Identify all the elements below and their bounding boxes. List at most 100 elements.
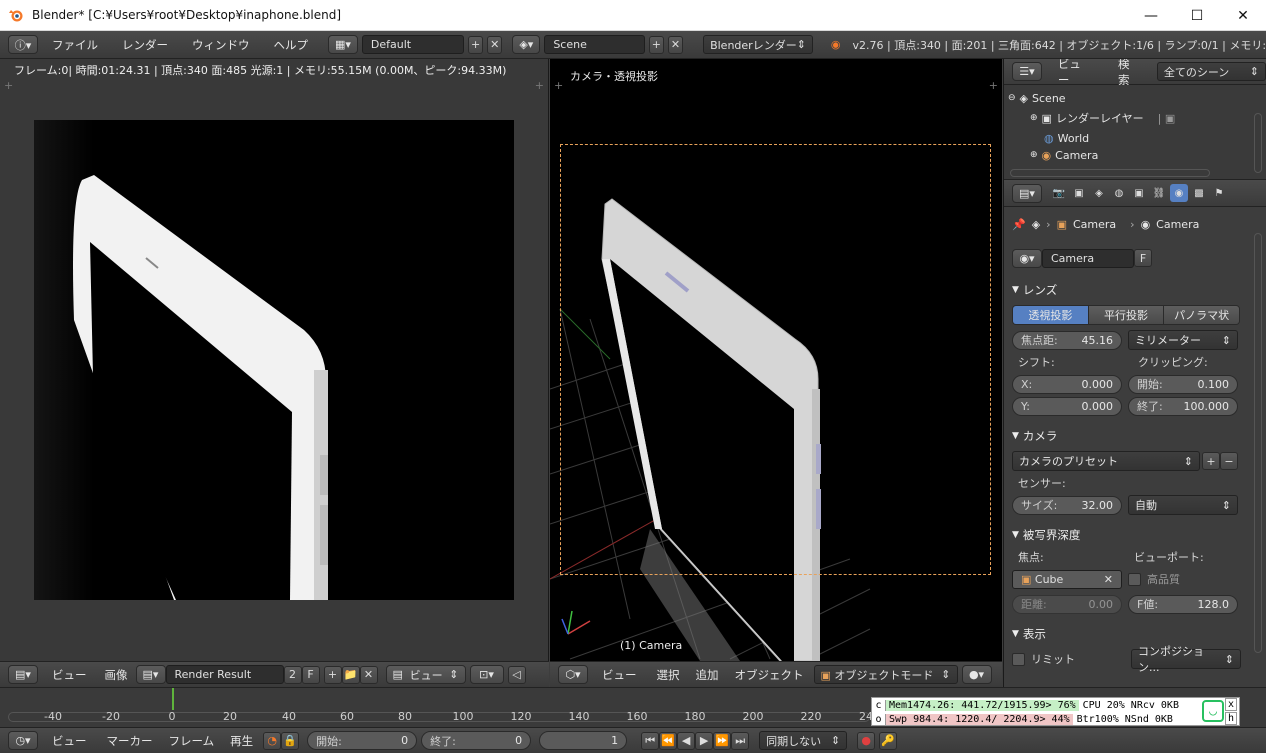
menu-help[interactable]: ヘルプ [264, 37, 319, 53]
outliner-item-world[interactable]: ◍ World [1004, 128, 1266, 148]
start-frame-field[interactable]: 開始: 0 [307, 731, 418, 750]
lens-panoramic-button[interactable]: パノラマ状 [1164, 306, 1239, 324]
expand-icon[interactable]: ⊕ [1030, 150, 1038, 160]
camera-data-tab-icon[interactable]: ◉ [1170, 184, 1188, 202]
camera-panel-header[interactable]: ▼ カメラ [1012, 425, 1258, 447]
menu-window[interactable]: ウィンドウ [182, 37, 260, 53]
pin-icon[interactable]: 📌 [1012, 218, 1026, 231]
editor-type-image-button[interactable]: ▤▾ [8, 665, 38, 684]
focal-length-field[interactable]: 焦点距: 45.16 [1012, 330, 1122, 350]
preview-range-icon[interactable]: ◔ [263, 731, 282, 750]
play-icon[interactable]: ▶ [695, 731, 714, 750]
camera-datablock-name[interactable]: Camera [1042, 248, 1134, 268]
jump-keyframe-back-icon[interactable]: ⏪ [659, 731, 678, 750]
interaction-mode-dropdown[interactable]: ▣ オブジェクトモード ⇕ [813, 665, 958, 684]
3d-viewport[interactable]: カメラ・透視投影 + + (1) Camera [550, 59, 1002, 661]
viewport-add-menu[interactable]: 追加 [690, 667, 725, 683]
outliner-item-camera[interactable]: ⊕ ◉ Camera [1004, 148, 1266, 162]
record-keyframe-icon[interactable]: ● [857, 731, 876, 750]
close-button[interactable]: ✕ [1220, 0, 1266, 31]
outliner-search-menu[interactable]: 検索 [1108, 59, 1151, 88]
high-quality-checkbox[interactable] [1128, 572, 1141, 586]
layout-selector-button[interactable]: ▦▾ [328, 35, 358, 54]
outliner-scrollbar[interactable] [1254, 113, 1262, 173]
scene-name-field[interactable]: Scene [544, 35, 645, 54]
add-preset-button[interactable]: + [1202, 452, 1220, 470]
outliner-item-scene[interactable]: ⊖ ◈ Scene [1004, 88, 1266, 108]
outliner-tree[interactable]: ⊖ ◈ Scene ⊕ ▣ レンダーレイヤー | ▣ ◍ World ⊕ ◉ C… [1004, 85, 1266, 179]
remove-preset-button[interactable]: − [1220, 452, 1238, 470]
composition-guides-dropdown[interactable]: コンポジション... ⇕ [1131, 645, 1241, 674]
viewport-select-menu[interactable]: 選択 [651, 667, 686, 683]
remove-layout-button[interactable]: ✕ [487, 35, 503, 54]
fstop-field[interactable]: F値: 128.0 [1128, 594, 1238, 614]
image-view-menu[interactable]: ビュー [42, 667, 97, 683]
outliner-display-mode-dropdown[interactable]: 全てのシーン ⇕ [1156, 62, 1266, 81]
area-split-handle-tl[interactable]: + [4, 79, 13, 92]
editor-type-outliner-button[interactable]: ☰▾ [1012, 62, 1042, 81]
outliner-h-scrollbar[interactable] [1010, 169, 1210, 177]
maximize-button[interactable]: ☐ [1174, 0, 1220, 31]
pivot-selector-button[interactable]: ⊡▾ [469, 665, 504, 684]
clip-start-field[interactable]: 開始: 0.100 [1128, 374, 1238, 394]
monitor-close-button[interactable]: x [1225, 698, 1237, 711]
properties-scrollbar[interactable] [1254, 233, 1262, 653]
area-split-handle-tr[interactable]: + [535, 79, 544, 92]
render-layers-tab-icon[interactable]: ▣ [1070, 184, 1088, 202]
render-engine-dropdown[interactable]: Blenderレンダー ⇕ [703, 35, 813, 54]
world-tab-icon[interactable]: ◍ [1110, 184, 1128, 202]
remove-scene-button[interactable]: ✕ [667, 35, 684, 54]
image-fake-user-button[interactable]: F [301, 665, 320, 684]
render-slot-field[interactable]: 2 [283, 665, 302, 684]
outliner-view-menu[interactable]: ビュー [1048, 59, 1102, 88]
texture-tab-icon[interactable]: ▩ [1190, 184, 1208, 202]
timeline-view-menu[interactable]: ビュー [42, 733, 97, 749]
object-tab-icon[interactable]: ▣ [1130, 184, 1148, 202]
monitor-help-button[interactable]: h [1225, 712, 1237, 725]
display-channels-button[interactable]: ▤ ビュー ⇕ [385, 665, 466, 684]
current-frame-field[interactable]: 1 [539, 731, 628, 750]
scene-tab-icon[interactable]: ◈ [1090, 184, 1108, 202]
editor-type-info-button[interactable]: ⓘ▾ [8, 35, 38, 54]
sync-mode-dropdown[interactable]: 同期しない ⇕ [759, 731, 848, 750]
shift-x-field[interactable]: X: 0.000 [1012, 374, 1122, 394]
outliner-item-render-layers[interactable]: ⊕ ▣ レンダーレイヤー | ▣ [1004, 108, 1266, 128]
unlink-image-button[interactable]: ✕ [359, 665, 378, 684]
image-editor[interactable]: フレーム:0| 時間:01:24.31 | 頂点:340 面:485 光源:1 … [0, 59, 549, 661]
jump-keyframe-forward-icon[interactable]: ⏩ [713, 731, 732, 750]
limits-checkbox[interactable] [1012, 652, 1025, 666]
collapse-icon[interactable]: ⊖ [1008, 93, 1016, 103]
editor-type-properties-button[interactable]: ▤▾ [1012, 183, 1042, 203]
editor-type-timeline-button[interactable]: ◷▾ [8, 731, 38, 750]
constraints-tab-icon[interactable]: ⛓ [1150, 184, 1168, 202]
jump-start-icon[interactable]: ⏮ [641, 731, 660, 750]
minimize-button[interactable]: — [1128, 0, 1174, 31]
timeline-playback-menu[interactable]: 再生 [224, 733, 259, 749]
viewport-object-menu[interactable]: オブジェクト [729, 667, 810, 683]
jump-end-icon[interactable]: ⏭ [731, 731, 750, 750]
focus-object-field[interactable]: ▣ Cube ✕ [1012, 569, 1122, 589]
layout-name-field[interactable]: Default [361, 35, 464, 54]
open-image-icon[interactable]: 📁 [341, 665, 360, 684]
fake-user-button[interactable]: F [1134, 249, 1152, 267]
menu-file[interactable]: ファイル [42, 37, 108, 53]
lens-orthographic-button[interactable]: 平行投影 [1088, 306, 1165, 324]
editor-type-3d-button[interactable]: ⬡▾ [558, 665, 588, 684]
play-reverse-icon[interactable]: ◀ [677, 731, 696, 750]
sensor-size-field[interactable]: サイズ: 32.00 [1012, 495, 1122, 515]
display-panel-header[interactable]: ▼ 表示 [1012, 623, 1258, 645]
dof-panel-header[interactable]: ▼ 被写界深度 [1012, 524, 1258, 546]
image-name-field[interactable]: Render Result [165, 665, 284, 684]
sensor-fit-dropdown[interactable]: 自動 ⇕ [1128, 495, 1238, 515]
image-browse-button[interactable]: ▤▾ [135, 665, 166, 684]
lens-unit-dropdown[interactable]: ミリメーター ⇕ [1128, 330, 1238, 350]
lens-perspective-button[interactable]: 透視投影 [1013, 306, 1089, 324]
lock-range-icon[interactable]: 🔒 [281, 731, 300, 750]
new-image-button[interactable]: + [323, 665, 342, 684]
end-frame-field[interactable]: 終了: 0 [421, 731, 532, 750]
scene-selector-button[interactable]: ◈▾ [512, 35, 541, 54]
lens-panel-header[interactable]: ▼ レンズ [1012, 279, 1258, 301]
current-frame-cursor[interactable] [172, 688, 174, 710]
timeline-marker-menu[interactable]: マーカー [101, 733, 159, 749]
image-menu[interactable]: 画像 [101, 667, 132, 683]
